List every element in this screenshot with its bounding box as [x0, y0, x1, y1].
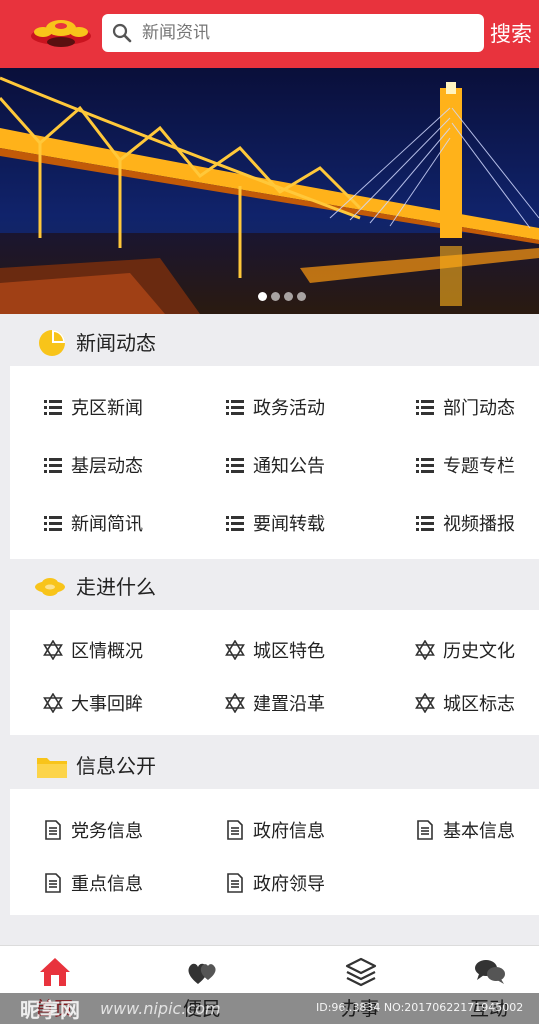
about-item[interactable]: 城区标志 — [415, 686, 515, 720]
news-item[interactable]: 政务活动 — [225, 390, 325, 424]
news-item-label: 新闻简讯 — [71, 514, 143, 535]
banner-carousel[interactable] — [0, 68, 539, 314]
pie-chart-icon — [39, 330, 65, 356]
list-icon — [226, 400, 244, 415]
news-item-label: 克区新闻 — [71, 398, 143, 419]
about-item[interactable]: 区情概况 — [43, 633, 143, 667]
info-item-label: 党务信息 — [71, 821, 143, 842]
news-item-label: 视频播报 — [443, 514, 515, 535]
chat-bubbles-icon — [475, 960, 505, 984]
tab-convenience[interactable]: 便民 — [152, 946, 252, 1025]
news-item-label: 要闻转载 — [253, 514, 325, 535]
star-of-david-icon — [415, 693, 435, 713]
news-item[interactable]: 通知公告 — [225, 448, 325, 482]
home-icon — [40, 958, 70, 986]
star-of-david-icon — [225, 693, 245, 713]
search-icon — [112, 23, 132, 43]
news-item[interactable]: 克区新闻 — [43, 390, 143, 424]
about-item-label: 历史文化 — [443, 641, 515, 662]
carousel-dot[interactable] — [271, 292, 280, 301]
carousel-indicator — [258, 292, 318, 304]
about-item[interactable]: 历史文化 — [415, 633, 515, 667]
about-item-label: 建置沿革 — [253, 694, 325, 715]
news-item[interactable]: 部门动态 — [415, 390, 515, 424]
about-item-label: 大事回眸 — [71, 694, 143, 715]
about-item-label: 城区标志 — [443, 694, 515, 715]
info-item-label: 基本信息 — [443, 821, 515, 842]
document-icon — [45, 820, 61, 840]
list-icon — [416, 400, 434, 415]
carousel-dot[interactable] — [284, 292, 293, 301]
star-of-david-icon — [415, 640, 435, 660]
news-item[interactable]: 要闻转载 — [225, 506, 325, 540]
star-of-david-icon — [43, 640, 63, 660]
banner-bridge-image — [0, 68, 539, 314]
about-section-header: 走进什么 — [0, 562, 539, 612]
search-input[interactable] — [142, 14, 472, 52]
layers-icon — [345, 957, 377, 987]
list-icon — [44, 516, 62, 531]
about-item[interactable]: 城区特色 — [225, 633, 325, 667]
tab-interact-label: 互动 — [469, 998, 508, 1020]
news-item[interactable]: 视频播报 — [415, 506, 515, 540]
list-icon — [226, 516, 244, 531]
about-section-title: 走进什么 — [76, 575, 156, 599]
about-item-label: 区情概况 — [71, 641, 143, 662]
news-item-label: 专题专栏 — [443, 456, 515, 477]
info-section-header: 信息公开 — [0, 741, 539, 791]
document-icon — [227, 873, 243, 893]
tab-services-label: 办事 — [340, 998, 379, 1020]
about-item[interactable]: 建置沿革 — [225, 686, 325, 720]
tab-convenience-label: 便民 — [182, 998, 221, 1020]
info-card: 党务信息 政府信息 基本信息 重点信息 政府领导 — [10, 789, 539, 915]
folder-icon — [37, 758, 67, 778]
hearts-icon — [188, 963, 216, 984]
about-card: 区情概况 城区特色 历史文化 大事回眸 建置沿革 城区标志 — [10, 610, 539, 735]
star-of-david-icon — [43, 693, 63, 713]
info-item-label: 政府领导 — [253, 874, 325, 895]
star-of-david-icon — [225, 640, 245, 660]
news-item-label: 部门动态 — [443, 398, 515, 419]
document-icon — [45, 873, 61, 893]
search-button[interactable]: 搜索 — [490, 18, 539, 50]
document-icon — [417, 820, 433, 840]
about-item-label: 城区特色 — [253, 641, 325, 662]
bottom-tab-bar: 首页 便民 办事 互动 — [0, 945, 539, 1025]
info-item[interactable]: 政府领导 — [225, 866, 325, 900]
tab-home[interactable]: 首页 — [4, 946, 104, 1025]
about-item[interactable]: 大事回眸 — [43, 686, 143, 720]
info-item[interactable]: 重点信息 — [43, 866, 143, 900]
flower-logo-icon — [35, 578, 65, 596]
info-item[interactable]: 党务信息 — [43, 813, 143, 847]
news-item[interactable]: 基层动态 — [43, 448, 143, 482]
list-icon — [416, 516, 434, 531]
app-logo[interactable] — [27, 12, 95, 54]
tab-services[interactable]: 办事 — [310, 946, 410, 1025]
news-item-label: 通知公告 — [253, 456, 325, 477]
news-section-title: 新闻动态 — [76, 331, 156, 355]
news-item[interactable]: 专题专栏 — [415, 448, 515, 482]
news-item-label: 政务活动 — [253, 398, 325, 419]
info-item-label: 政府信息 — [253, 821, 325, 842]
list-icon — [226, 458, 244, 473]
list-icon — [44, 458, 62, 473]
info-section-title: 信息公开 — [76, 754, 156, 778]
news-section-header: 新闻动态 — [0, 318, 539, 368]
carousel-dot[interactable] — [297, 292, 306, 301]
top-header: 搜索 — [0, 0, 539, 68]
search-bar[interactable] — [102, 14, 484, 52]
info-item[interactable]: 政府信息 — [225, 813, 325, 847]
info-item-label: 重点信息 — [71, 874, 143, 895]
news-item-label: 基层动态 — [71, 456, 143, 477]
list-icon — [416, 458, 434, 473]
document-icon — [227, 820, 243, 840]
news-item[interactable]: 新闻简讯 — [43, 506, 143, 540]
tab-interact[interactable]: 互动 — [439, 946, 539, 1025]
tab-home-label: 首页 — [34, 998, 73, 1020]
news-card: 克区新闻 政务活动 部门动态 基层动态 通知公告 专题专栏 新闻简讯 要闻转载 … — [10, 366, 539, 559]
carousel-dot[interactable] — [258, 292, 267, 301]
info-item[interactable]: 基本信息 — [415, 813, 515, 847]
list-icon — [44, 400, 62, 415]
